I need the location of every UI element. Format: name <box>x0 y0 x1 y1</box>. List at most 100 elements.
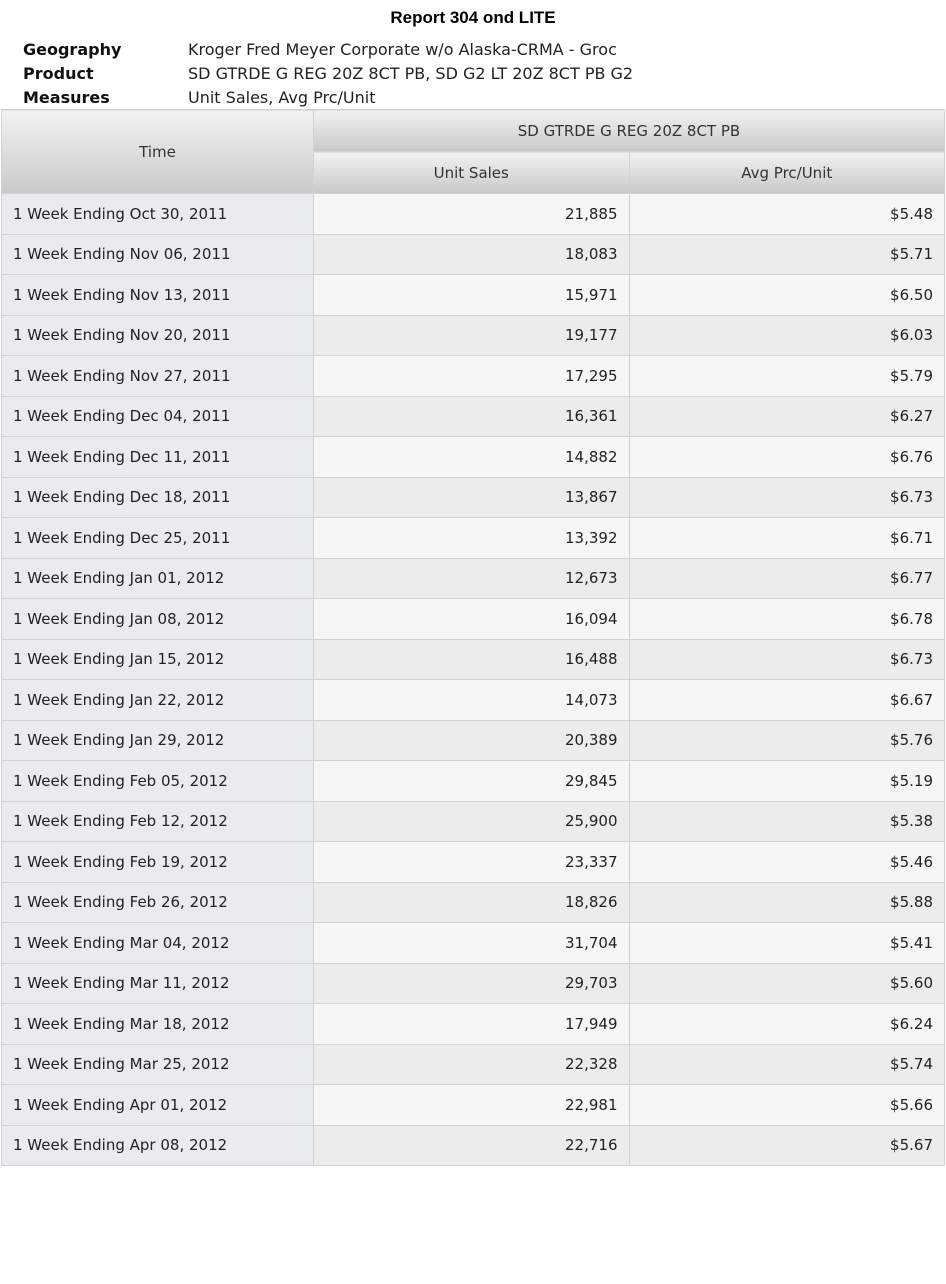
table-row: 1 Week Ending Dec 25, 2011 13,392 $6.71 <box>1 517 945 559</box>
avg-price-cell: $5.67 <box>628 1124 945 1166</box>
table-row: 1 Week Ending Jan 22, 2012 14,073 $6.67 <box>1 679 945 721</box>
avg-price-cell: $5.66 <box>628 1084 945 1126</box>
time-cell: 1 Week Ending Dec 25, 2011 <box>1 517 314 559</box>
meta-row: Geography Kroger Fred Meyer Corporate w/o… <box>23 37 633 61</box>
unit-sales-cell: 12,673 <box>313 557 630 599</box>
avg-price-cell: $6.71 <box>628 517 945 559</box>
time-cell: 1 Week Ending Mar 25, 2012 <box>1 1043 314 1085</box>
time-cell: 1 Week Ending Jan 22, 2012 <box>1 679 314 721</box>
time-cell: 1 Week Ending Jan 08, 2012 <box>1 598 314 640</box>
time-cell: 1 Week Ending Nov 20, 2011 <box>1 314 314 356</box>
unit-sales-cell: 21,885 <box>313 193 630 235</box>
avg-price-cell: $6.78 <box>628 598 945 640</box>
time-cell: 1 Week Ending Dec 04, 2011 <box>1 395 314 437</box>
report-meta: Geography Kroger Fred Meyer Corporate w/o… <box>23 37 633 109</box>
table-row: 1 Week Ending Jan 08, 2012 16,094 $6.78 <box>1 598 945 640</box>
product-header: SD GTRDE G REG 20Z 8CT PB <box>313 109 945 152</box>
meta-label: Geography <box>23 39 122 59</box>
time-cell: 1 Week Ending Mar 18, 2012 <box>1 1003 314 1045</box>
avg-price-cell: $6.77 <box>628 557 945 599</box>
avg-price-cell: $5.46 <box>628 841 945 883</box>
avg-price-cell: $6.67 <box>628 679 945 721</box>
table-row: 1 Week Ending Nov 20, 2011 19,177 $6.03 <box>1 314 945 356</box>
meta-label: Product <box>23 63 94 83</box>
table-row: 1 Week Ending Feb 05, 2012 29,845 $5.19 <box>1 760 945 802</box>
unit-sales-cell: 31,704 <box>313 922 630 964</box>
time-cell: 1 Week Ending Nov 27, 2011 <box>1 355 314 397</box>
time-cell: 1 Week Ending Dec 18, 2011 <box>1 476 314 518</box>
report-title: Report 304 ond LITE <box>390 8 556 27</box>
time-cell: 1 Week Ending Feb 05, 2012 <box>1 760 314 802</box>
unit-sales-cell: 20,389 <box>313 719 630 761</box>
meta-value: SD GTRDE G REG 20Z 8CT PB, SD G2 LT 20Z … <box>188 63 634 83</box>
data-table: Time SD GTRDE G REG 20Z 8CT PB Unit Sale… <box>1 109 945 1166</box>
unit-sales-cell: 13,392 <box>313 517 630 559</box>
avg-price-cell: $5.88 <box>628 881 945 923</box>
table-row: 1 Week Ending Dec 18, 2011 13,867 $6.73 <box>1 476 945 518</box>
time-cell: 1 Week Ending Feb 26, 2012 <box>1 881 314 923</box>
unit-sales-cell: 13,867 <box>313 476 630 518</box>
time-header: Time <box>1 109 314 194</box>
avg-price-cell: $5.60 <box>628 962 945 1004</box>
avg-price-cell: $5.79 <box>628 355 945 397</box>
table-row: 1 Week Ending Mar 04, 2012 31,704 $5.41 <box>1 922 945 964</box>
meta-label: Measures <box>23 87 110 107</box>
table-row: 1 Week Ending Nov 06, 2011 18,083 $5.71 <box>1 233 945 275</box>
time-cell: 1 Week Ending Nov 13, 2011 <box>1 274 314 316</box>
time-cell: 1 Week Ending Jan 15, 2012 <box>1 638 314 680</box>
table-row: 1 Week Ending Feb 12, 2012 25,900 $5.38 <box>1 800 945 842</box>
table-row: 1 Week Ending Apr 08, 2012 22,716 $5.67 <box>1 1124 945 1166</box>
meta-value: Unit Sales, Avg Prc/Unit <box>188 87 376 107</box>
time-cell: 1 Week Ending Jan 01, 2012 <box>1 557 314 599</box>
unit-sales-cell: 18,083 <box>313 233 630 275</box>
table-row: 1 Week Ending Dec 11, 2011 14,882 $6.76 <box>1 436 945 478</box>
unit-sales-cell: 14,882 <box>313 436 630 478</box>
unit-sales-cell: 17,949 <box>313 1003 630 1045</box>
time-cell: 1 Week Ending Mar 04, 2012 <box>1 922 314 964</box>
unit-sales-cell: 19,177 <box>313 314 630 356</box>
table-row: 1 Week Ending Feb 19, 2012 23,337 $5.46 <box>1 841 945 883</box>
avg-price-cell: $6.03 <box>628 314 945 356</box>
table-row: 1 Week Ending Jan 15, 2012 16,488 $6.73 <box>1 638 945 680</box>
unit-sales-header: Unit Sales <box>313 151 630 194</box>
time-cell: 1 Week Ending Mar 11, 2012 <box>1 962 314 1004</box>
avg-price-cell: $5.74 <box>628 1043 945 1085</box>
unit-sales-cell: 25,900 <box>313 800 630 842</box>
time-cell: 1 Week Ending Dec 11, 2011 <box>1 436 314 478</box>
avg-price-cell: $5.71 <box>628 233 945 275</box>
table-row: 1 Week Ending Jan 01, 2012 12,673 $6.77 <box>1 557 945 599</box>
unit-sales-cell: 22,716 <box>313 1124 630 1166</box>
time-cell: 1 Week Ending Apr 01, 2012 <box>1 1084 314 1126</box>
unit-sales-cell: 17,295 <box>313 355 630 397</box>
unit-sales-cell: 18,826 <box>313 881 630 923</box>
unit-sales-cell: 16,361 <box>313 395 630 437</box>
time-cell: 1 Week Ending Feb 19, 2012 <box>1 841 314 883</box>
avg-price-cell: $5.76 <box>628 719 945 761</box>
avg-price-cell: $5.38 <box>628 800 945 842</box>
avg-price-cell: $6.24 <box>628 1003 945 1045</box>
avg-price-cell: $6.27 <box>628 395 945 437</box>
table-row: 1 Week Ending Dec 04, 2011 16,361 $6.27 <box>1 395 945 437</box>
avg-price-cell: $6.73 <box>628 638 945 680</box>
unit-sales-cell: 15,971 <box>313 274 630 316</box>
avg-price-cell: $5.48 <box>628 193 945 235</box>
meta-value: Kroger Fred Meyer Corporate w/o Alaska-C… <box>188 39 617 59</box>
table-row: 1 Week Ending Feb 26, 2012 18,826 $5.88 <box>1 881 945 923</box>
table-row: 1 Week Ending Mar 18, 2012 17,949 $6.24 <box>1 1003 945 1045</box>
table-row: 1 Week Ending Oct 30, 2011 21,885 $5.48 <box>1 193 945 235</box>
time-cell: 1 Week Ending Feb 12, 2012 <box>1 800 314 842</box>
unit-sales-cell: 29,845 <box>313 760 630 802</box>
table-row: 1 Week Ending Apr 01, 2012 22,981 $5.66 <box>1 1084 945 1126</box>
avg-price-cell: $6.73 <box>628 476 945 518</box>
unit-sales-cell: 14,073 <box>313 679 630 721</box>
avg-price-cell: $6.76 <box>628 436 945 478</box>
avg-price-cell: $5.19 <box>628 760 945 802</box>
time-cell: 1 Week Ending Jan 29, 2012 <box>1 719 314 761</box>
table-row: 1 Week Ending Mar 11, 2012 29,703 $5.60 <box>1 962 945 1004</box>
table-row: 1 Week Ending Nov 13, 2011 15,971 $6.50 <box>1 274 945 316</box>
time-cell: 1 Week Ending Nov 06, 2011 <box>1 233 314 275</box>
table-row: 1 Week Ending Mar 25, 2012 22,328 $5.74 <box>1 1043 945 1085</box>
unit-sales-cell: 16,094 <box>313 598 630 640</box>
meta-row: Product SD GTRDE G REG 20Z 8CT PB, SD G2 … <box>23 61 633 85</box>
unit-sales-cell: 22,981 <box>313 1084 630 1126</box>
